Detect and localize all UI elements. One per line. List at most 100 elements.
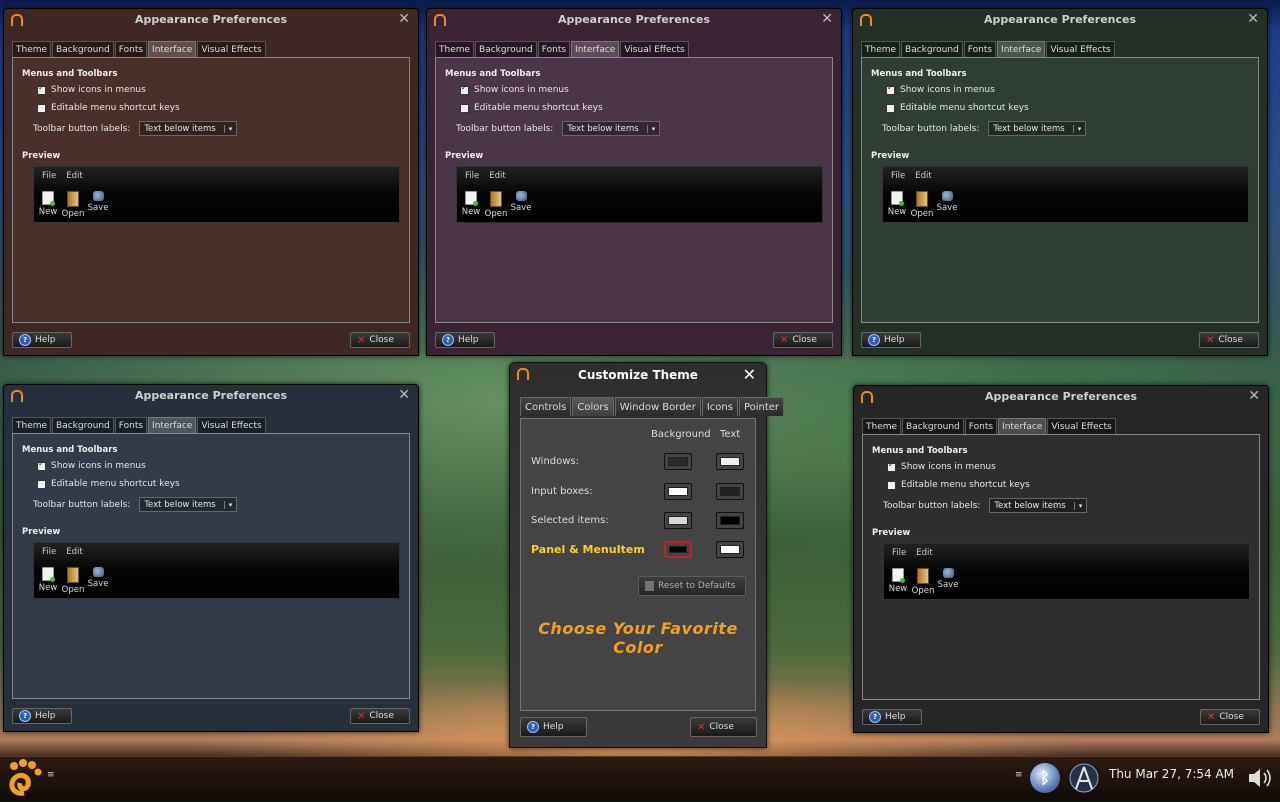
tab-icons[interactable]: Icons <box>701 397 738 416</box>
editable-keys-checkbox[interactable]: Editable menu shortcut keys <box>887 480 1030 490</box>
checkbox-checked[interactable] <box>887 460 896 472</box>
tab-fonts[interactable]: Fonts <box>537 41 571 58</box>
show-icons-checkbox[interactable]: Show icons in menus <box>37 83 146 95</box>
tab-theme[interactable]: Theme <box>862 418 902 435</box>
tray-drag-handle[interactable]: ≡ <box>1015 770 1023 780</box>
preview-tool-new: New <box>886 568 910 594</box>
help-button[interactable]: ? Help <box>12 708 72 724</box>
help-button[interactable]: ? Help <box>12 332 72 348</box>
editable-keys-checkbox[interactable]: Editable menu shortcut keys <box>460 103 603 113</box>
appearance-window-bottom-left: Appearance Preferences ✕ Theme Background Fo… <box>3 384 419 732</box>
tab-fonts[interactable]: Fonts <box>114 417 148 434</box>
editable-keys-checkbox[interactable]: Editable menu shortcut keys <box>37 479 180 489</box>
selected-items-text-swatch[interactable] <box>716 512 744 529</box>
close-button[interactable]: ✕ Close <box>773 332 833 348</box>
save-icon <box>942 568 954 578</box>
checkbox-unchecked[interactable] <box>37 103 46 113</box>
checkbox-unchecked[interactable] <box>886 103 895 113</box>
tab-fonts[interactable]: Fonts <box>963 41 997 58</box>
tab-background[interactable]: Background <box>475 41 537 58</box>
close-button[interactable]: ✕ Close <box>350 332 410 348</box>
windows-text-swatch[interactable] <box>716 453 744 470</box>
tab-visual-effects[interactable]: Visual Effects <box>620 41 689 58</box>
help-icon: ? <box>19 710 31 722</box>
checkbox-checked[interactable] <box>37 459 46 471</box>
panel-menuitem-background-swatch[interactable] <box>664 541 692 558</box>
help-button[interactable]: ? Help <box>862 709 922 725</box>
close-icon[interactable]: ✕ <box>821 11 833 27</box>
tab-visual-effects[interactable]: Visual Effects <box>197 41 266 58</box>
preferences-tabs: Theme Background Fonts Interface Visual Effe… <box>12 41 267 58</box>
tab-interface[interactable]: Interface <box>571 41 620 58</box>
close-icon[interactable]: ✕ <box>1247 11 1259 27</box>
tab-interface[interactable]: Interface <box>148 417 197 434</box>
help-button[interactable]: ? Help <box>520 717 587 737</box>
help-button[interactable]: ? Help <box>435 332 495 348</box>
show-icons-checkbox[interactable]: Show icons in menus <box>460 83 569 95</box>
checkbox-unchecked[interactable] <box>37 479 46 489</box>
checkbox-checked[interactable] <box>886 83 895 95</box>
tab-background[interactable]: Background <box>52 417 114 434</box>
toolbar-labels-dropdown[interactable]: Text below items ▾ <box>988 121 1087 136</box>
tab-pointer[interactable]: Pointer <box>738 397 785 416</box>
toolbar-labels-dropdown[interactable]: Text below items ▾ <box>989 498 1088 513</box>
help-button[interactable]: ? Help <box>861 332 921 348</box>
tab-visual-effects[interactable]: Visual Effects <box>1047 418 1116 435</box>
toolbar-labels-dropdown[interactable]: Text below items ▾ <box>139 121 238 136</box>
tab-theme[interactable]: Theme <box>12 417 52 434</box>
checkbox-unchecked[interactable] <box>887 480 896 490</box>
network-icon[interactable] <box>1068 763 1100 793</box>
tab-interface[interactable]: Interface <box>148 41 197 58</box>
tab-background[interactable]: Background <box>52 41 114 58</box>
checkbox-unchecked[interactable] <box>460 103 469 113</box>
tab-theme[interactable]: Theme <box>861 41 901 58</box>
show-icons-checkbox[interactable]: Show icons in menus <box>37 459 146 471</box>
selected-items-background-swatch[interactable] <box>664 512 692 529</box>
input-boxes-text-swatch[interactable] <box>716 483 744 500</box>
clock[interactable]: Thu Mar 27, 7:54 AM <box>1109 767 1234 781</box>
tab-theme[interactable]: Theme <box>435 41 475 58</box>
tab-visual-effects[interactable]: Visual Effects <box>1046 41 1115 58</box>
tab-visual-effects[interactable]: Visual Effects <box>197 417 266 434</box>
reset-to-defaults-button[interactable]: Reset to Defaults <box>638 576 746 596</box>
close-button[interactable]: ✕ Close <box>1199 332 1259 348</box>
dropdown-value: Text below items <box>993 123 1065 134</box>
close-button[interactable]: ✕ Close <box>690 717 757 737</box>
toolbar-labels-dropdown[interactable]: Text below items ▾ <box>139 497 238 512</box>
close-icon[interactable]: ✕ <box>398 11 410 27</box>
titlebar: Appearance Preferences ✕ <box>854 386 1268 408</box>
bluetooth-icon[interactable]: ᛒ <box>1030 763 1060 793</box>
toolbar-labels-dropdown[interactable]: Text below items ▾ <box>562 121 661 136</box>
input-boxes-background-swatch[interactable] <box>664 483 692 500</box>
editable-keys-checkbox[interactable]: Editable menu shortcut keys <box>886 103 1029 113</box>
preview-area: File Edit New Open Save <box>33 166 400 223</box>
tab-controls[interactable]: Controls <box>520 397 572 416</box>
tab-interface[interactable]: Interface <box>998 418 1047 435</box>
windows-background-swatch[interactable] <box>664 453 692 470</box>
volume-icon[interactable] <box>1246 765 1274 791</box>
tab-window-border[interactable]: Window Border <box>614 397 701 416</box>
close-icon[interactable]: ✕ <box>743 365 756 384</box>
tab-fonts[interactable]: Fonts <box>964 418 998 435</box>
close-icon[interactable]: ✕ <box>398 387 410 403</box>
close-icon[interactable]: ✕ <box>1248 388 1260 404</box>
tab-theme[interactable]: Theme <box>12 41 52 58</box>
tab-fonts[interactable]: Fonts <box>114 41 148 58</box>
main-menu-foot-icon[interactable] <box>4 757 42 799</box>
tab-interface[interactable]: Interface <box>997 41 1046 58</box>
close-button[interactable]: ✕ Close <box>1200 709 1260 725</box>
preview-menu-edit: Edit <box>916 548 933 558</box>
interface-panel: Menus and Toolbars Show icons in menus Edi… <box>861 57 1259 323</box>
checkbox-checked[interactable] <box>460 83 469 95</box>
panel-menuitem-text-swatch[interactable] <box>716 541 744 558</box>
show-icons-checkbox[interactable]: Show icons in menus <box>887 460 996 472</box>
show-icons-checkbox[interactable]: Show icons in menus <box>886 83 995 95</box>
editable-keys-checkbox[interactable]: Editable menu shortcut keys <box>37 103 180 113</box>
tab-colors[interactable]: Colors <box>572 397 614 416</box>
tab-background[interactable]: Background <box>901 41 963 58</box>
tab-background[interactable]: Background <box>902 418 964 435</box>
close-button[interactable]: ✕ Close <box>350 708 410 724</box>
menus-toolbars-heading: Menus and Toolbars <box>445 69 541 79</box>
panel-drag-handle[interactable]: ≡ <box>47 770 55 780</box>
checkbox-checked[interactable] <box>37 83 46 95</box>
